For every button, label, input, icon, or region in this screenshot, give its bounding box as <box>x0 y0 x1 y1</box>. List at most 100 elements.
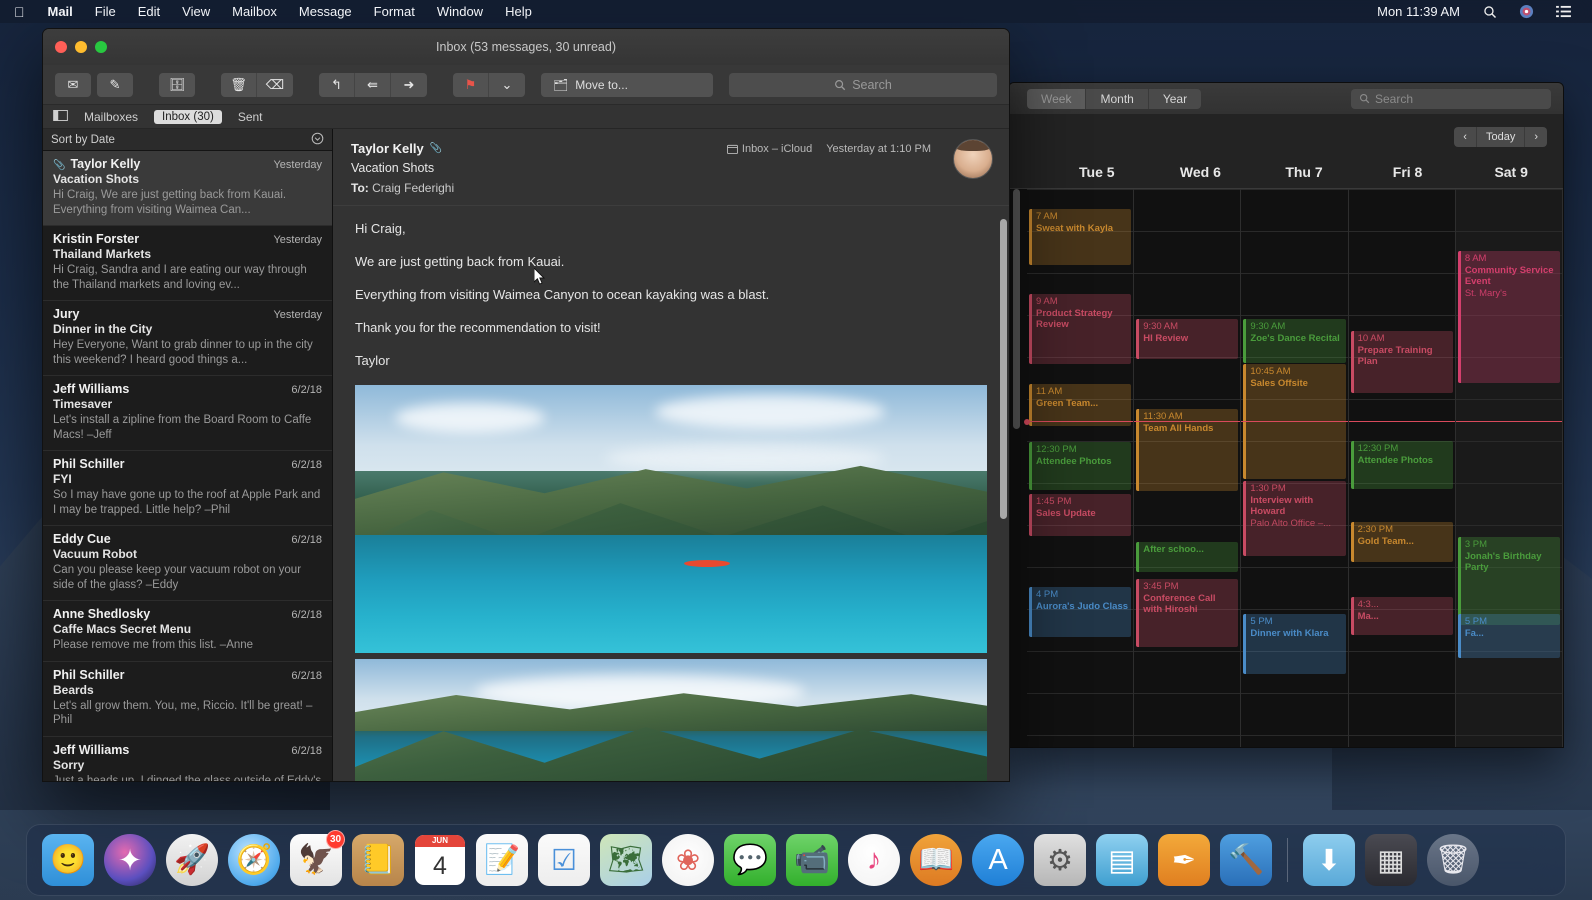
tab-sent[interactable]: Sent <box>234 109 267 125</box>
calendar-event[interactable]: 9 AM Product Strategy Review <box>1029 294 1132 364</box>
mail-window[interactable]: Inbox (53 messages, 30 unread) ✉ ✎ 🗄 🗑 ⌫… <box>42 28 1010 782</box>
calendar-event[interactable]: 5 PM Dinner with Klara <box>1243 614 1346 674</box>
calendar-event[interactable]: 1:45 PM Sales Update <box>1029 494 1132 536</box>
calendar-prev-button[interactable]: ‹ <box>1454 127 1477 147</box>
reply-all-button[interactable]: ⇚ <box>355 72 391 97</box>
calendar-event[interactable]: 5 PM Fa... <box>1457 614 1561 658</box>
calendar-event[interactable]: 4 PM Aurora's Judo Class <box>1029 587 1132 637</box>
menu-file[interactable]: File <box>84 0 127 23</box>
message-pane-scrollbar[interactable] <box>1000 219 1007 519</box>
message-list[interactable]: Sort by Date 📎 Taylor Kelly Yesterday Vacat… <box>43 129 333 782</box>
dock-item-system-preferences[interactable]: ⚙ <box>1032 832 1088 888</box>
calendar-date-nav[interactable]: ‹ Today › <box>1454 127 1547 147</box>
calendar-day-header-fri[interactable]: Fri 8 <box>1356 159 1460 188</box>
apple-menu-icon[interactable]:  <box>0 5 37 19</box>
dock-item-app-store[interactable]: A <box>970 832 1026 888</box>
calendar-view-switcher[interactable]: Week Month Year <box>1027 88 1202 109</box>
dock-item-recent-files[interactable]: ▦ <box>1363 832 1419 888</box>
tab-mailboxes[interactable]: Mailboxes <box>80 109 142 125</box>
menubar-clock[interactable]: Mon 11:39 AM <box>1365 4 1472 19</box>
calendar-event[interactable]: 3:45 PM Conference Call with Hiroshi <box>1136 579 1239 647</box>
message-list-item[interactable]: Jury Yesterday Dinner in the City Hey Every… <box>43 301 332 376</box>
message-list-item[interactable]: Eddy Cue 6/2/18 Vacuum Robot Can you please… <box>43 526 332 601</box>
calendar-event[interactable]: 7 AM Sweat with Kayla <box>1029 209 1132 265</box>
dock-item-launchpad[interactable]: 🚀 <box>164 832 220 888</box>
dock-item-keynote[interactable]: ▤ <box>1094 832 1150 888</box>
control-center-icon[interactable] <box>1545 5 1582 18</box>
menu-view[interactable]: View <box>171 0 221 23</box>
dock-item-mail[interactable]: 🦅 30 <box>288 830 345 888</box>
dock-item-contacts[interactable]: 📒 <box>350 832 406 888</box>
dock-item-xcode[interactable]: 🔨 <box>1218 832 1274 888</box>
calendar-event[interactable]: 11 AM Green Team... <box>1029 384 1132 426</box>
calendar-event[interactable]: After schoo... <box>1136 542 1239 572</box>
menu-message[interactable]: Message <box>288 0 363 23</box>
dock-item-notes[interactable]: 📝 <box>474 832 530 888</box>
forward-button[interactable]: ➜ <box>391 72 427 97</box>
delete-button[interactable]: 🗑 <box>221 72 257 97</box>
dock-item-photos[interactable]: ❀ <box>660 832 716 888</box>
dock-item-ibooks[interactable]: 📖 <box>908 832 964 888</box>
calendar-column-sat[interactable]: 8 AM Community Service Event St. Mary's 3 P… <box>1455 189 1563 747</box>
dock-item-downloads-folder[interactable]: ⬇ <box>1301 832 1357 888</box>
calendar-view-year[interactable]: Year <box>1148 88 1202 109</box>
dock-item-facetime[interactable]: 📹 <box>784 832 840 888</box>
flag-button[interactable]: ⚑ <box>453 72 489 97</box>
close-button[interactable] <box>55 41 67 53</box>
unread-filter-icon[interactable] <box>311 132 324 148</box>
calendar-search-field[interactable]: Search <box>1351 88 1551 109</box>
calendar-day-header-wed[interactable]: Wed 6 <box>1149 159 1253 188</box>
message-list-item[interactable]: Phil Schiller 6/2/18 Beards Let's all grow … <box>43 662 332 737</box>
calendar-today-button[interactable]: Today <box>1476 127 1526 147</box>
menu-window[interactable]: Window <box>426 0 494 23</box>
sidebar-toggle-icon[interactable] <box>53 109 68 124</box>
menu-format[interactable]: Format <box>363 0 426 23</box>
calendar-column-tue[interactable]: 7 AM Sweat with Kayla 9 AM Product Strategy… <box>1024 189 1135 747</box>
archive-button[interactable]: 🗄 <box>159 72 195 97</box>
reply-button[interactable]: ↰ <box>319 72 355 97</box>
calendar-event[interactable]: 9:30 AM HI Review <box>1136 319 1239 359</box>
calendar-event[interactable]: 12:30 PM Attendee Photos <box>1350 441 1453 489</box>
sort-by-date-label[interactable]: Sort by Date <box>51 134 115 146</box>
calendar-day-header-thu[interactable]: Thu 7 <box>1252 159 1356 188</box>
calendar-week-grid[interactable]: 7 AM Sweat with Kayla 9 AM Product Strategy… <box>1009 189 1563 747</box>
calendar-scrollbar[interactable] <box>1013 189 1020 429</box>
dock-item-trash[interactable]: 🗑 <box>1425 832 1481 888</box>
dock[interactable]: 🙂 ✦ 🚀 🧭 🦅 30 📒 JUN 4 📝 ☑ 🗺 ❀ 💬 📹 ♪ 📖 A ⚙ ▤ ✒ 🔨 ⬇ ▦ 🗑 <box>26 824 1566 896</box>
attachment-photo-na-pali-coast[interactable] <box>355 659 987 781</box>
dock-item-itunes[interactable]: ♪ <box>846 832 902 888</box>
calendar-event[interactable]: 2:30 PM Gold Team... <box>1350 522 1453 562</box>
calendar-event[interactable]: 4:3... Ma... <box>1350 597 1453 635</box>
window-controls[interactable] <box>43 41 107 53</box>
menu-edit[interactable]: Edit <box>127 0 171 23</box>
message-reading-pane[interactable]: Taylor Kelly 📎 Inbox – iCloud Yesterday … <box>333 129 1009 781</box>
calendar-event[interactable]: 3 PM Jonah's Birthday Party <box>1457 537 1561 625</box>
dock-item-safari[interactable]: 🧭 <box>226 832 282 888</box>
calendar-column-wed[interactable]: 9:30 AM HI Review 11:30 AM Team All Hands Af… <box>1134 189 1242 747</box>
calendar-event[interactable]: 8 AM Community Service Event St. Mary's <box>1457 251 1561 383</box>
dock-item-reminders[interactable]: ☑ <box>536 832 592 888</box>
calendar-window[interactable]: Week Month Year Search ‹ Today › Tue 5 W… <box>1008 82 1564 748</box>
dock-item-pages[interactable]: ✒ <box>1156 832 1212 888</box>
message-list-item[interactable]: Phil Schiller 6/2/18 FYI So I may have gone… <box>43 451 332 526</box>
move-to-button[interactable]: 🗂 Move to... <box>541 72 713 97</box>
dock-item-finder[interactable]: 🙂 <box>40 832 96 888</box>
dock-item-messages[interactable]: 💬 <box>722 832 778 888</box>
zoom-button[interactable] <box>95 41 107 53</box>
calendar-day-header-sat[interactable]: Sat 9 <box>1459 159 1563 188</box>
calendar-event[interactable]: 10 AM Prepare Training Plan <box>1350 331 1453 393</box>
minimize-button[interactable] <box>75 41 87 53</box>
calendar-column-fri[interactable]: 10 AM Prepare Training Plan 12:30 PM Attend… <box>1348 189 1456 747</box>
calendar-day-header-tue[interactable]: Tue 5 <box>1045 159 1149 188</box>
message-list-item[interactable]: Jeff Williams 6/2/18 Timesaver Let's instal… <box>43 376 332 451</box>
spotlight-search-icon[interactable] <box>1472 5 1508 19</box>
dock-item-siri[interactable]: ✦ <box>102 832 158 888</box>
calendar-column-thu[interactable]: 9:30 AM Zoe's Dance Recital 10:45 AM Sales … <box>1241 189 1349 747</box>
message-list-item[interactable]: Anne Shedlosky 6/2/18 Caffe Macs Secret Me… <box>43 601 332 662</box>
dock-item-maps[interactable]: 🗺 <box>598 832 654 888</box>
siri-icon[interactable] <box>1508 4 1545 19</box>
calendar-view-month[interactable]: Month <box>1086 88 1149 109</box>
message-list-item[interactable]: Jeff Williams 6/2/18 Sorry Just a heads up,… <box>43 737 332 782</box>
calendar-event[interactable]: 9:30 AM Zoe's Dance Recital <box>1243 319 1346 363</box>
compose-button[interactable]: ✎ <box>97 72 133 97</box>
